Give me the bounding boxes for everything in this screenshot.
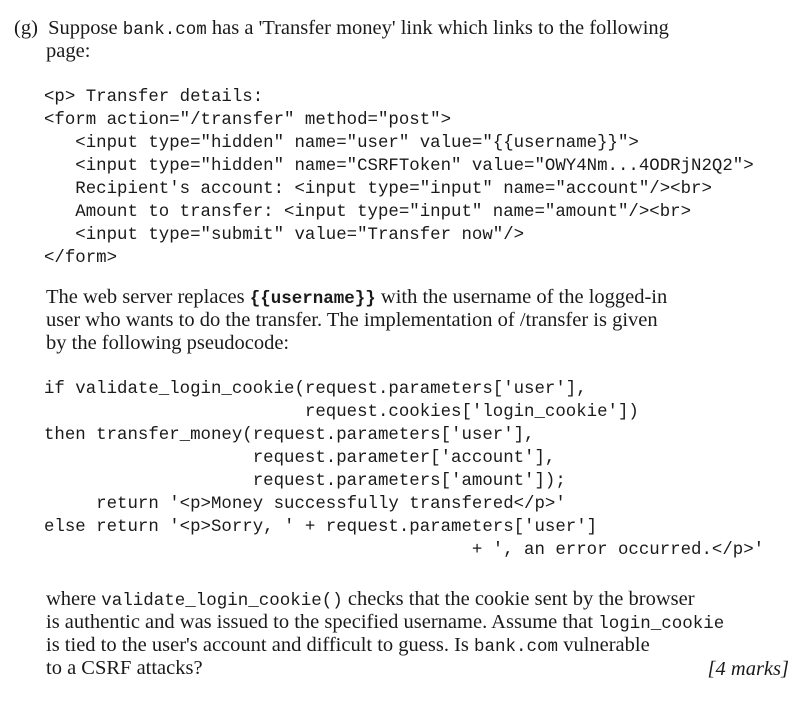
intro-line-2: page:: [46, 40, 91, 62]
marks-label: [4 marks]: [707, 658, 789, 680]
html-code-line: <input type="hidden" name="user" value="…: [44, 134, 639, 153]
html-code-line: <form action="/transfer" method="post">: [44, 111, 452, 130]
closing-line-1: where validate_login_cookie() checks tha…: [46, 588, 695, 611]
closing-line-3: is tied to the user's account and diffic…: [46, 634, 650, 657]
username-placeholder: {{username}}: [249, 289, 376, 309]
closing-line-4: to a CSRF attacks?: [46, 657, 203, 679]
html-code-line: Recipient's account: <input type="input"…: [44, 180, 712, 199]
html-code-block: <p> Transfer details: <form action="/tran…: [44, 86, 754, 270]
pseudocode-line: request.parameter['account'],: [44, 449, 556, 468]
question-intro: (g) Suppose bank.com has a 'Transfer mon…: [14, 17, 805, 63]
question-label: (g): [14, 17, 38, 39]
exam-question-page: (g) Suppose bank.com has a 'Transfer mon…: [0, 0, 805, 704]
pseudocode-line: request.cookies['login_cookie']): [44, 403, 639, 422]
pseudocode-line: if validate_login_cookie(request.paramet…: [44, 380, 587, 399]
html-code-line: <input type="hidden" name="CSRFToken" va…: [44, 157, 754, 176]
cookie-name: login_cookie: [598, 614, 725, 634]
html-code-line: </form>: [44, 249, 118, 268]
pseudocode-line: else return '<p>Sorry, ' + request.param…: [44, 518, 598, 537]
explanation-line-3: by the following pseudocode:: [46, 332, 290, 354]
intro-line-1: (g) Suppose bank.com has a 'Transfer mon…: [14, 17, 669, 40]
pseudocode-line: then transfer_money(request.parameters['…: [44, 426, 535, 445]
html-code-line: Amount to transfer: <input type="input" …: [44, 203, 692, 222]
pseudocode-line: + ', an error occurred.</p>': [44, 541, 765, 560]
domain-name: bank.com: [122, 20, 207, 40]
pseudocode-block: if validate_login_cookie(request.paramet…: [44, 378, 764, 562]
pseudocode-line: request.parameters['amount']);: [44, 472, 566, 491]
closing-paragraph: where validate_login_cookie() checks tha…: [46, 588, 805, 680]
explanation-paragraph: The web server replaces {{username}} wit…: [46, 286, 805, 355]
explanation-line-2: user who wants to do the transfer. The i…: [46, 309, 658, 331]
domain-name-2: bank.com: [474, 637, 559, 657]
pseudocode-line: return '<p>Money successfully transfered…: [44, 495, 566, 514]
function-name: validate_login_cookie(): [101, 591, 343, 611]
html-code-line: <input type="submit" value="Transfer now…: [44, 226, 525, 245]
explanation-line-1: The web server replaces {{username}} wit…: [46, 286, 668, 309]
html-code-line: <p> Transfer details:: [44, 88, 264, 107]
closing-line-2: is authentic and was issued to the speci…: [46, 611, 725, 634]
